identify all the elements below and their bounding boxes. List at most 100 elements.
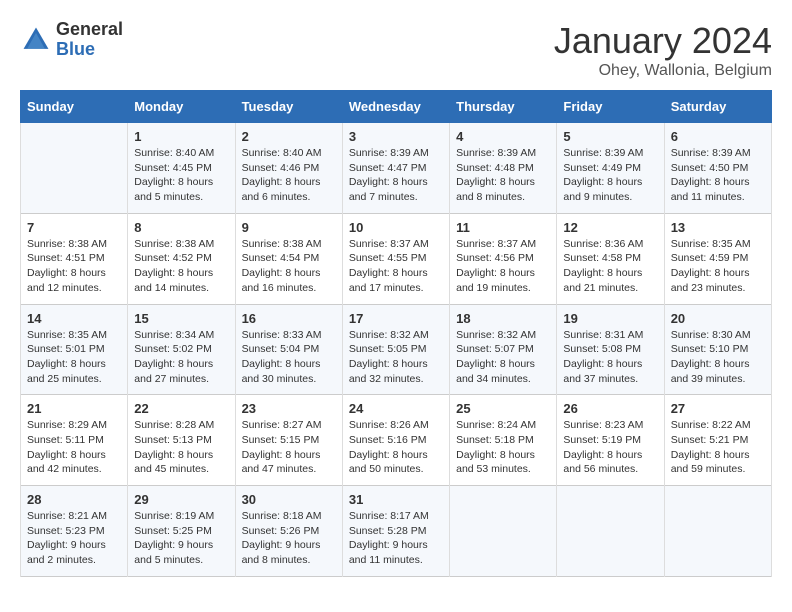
day-info: Sunrise: 8:39 AMSunset: 4:48 PMDaylight:… [456, 146, 550, 205]
day-info: Sunrise: 8:38 AMSunset: 4:54 PMDaylight:… [242, 237, 336, 296]
calendar-cell [557, 486, 664, 577]
month-title: January 2024 [554, 20, 772, 62]
day-info: Sunrise: 8:37 AMSunset: 4:56 PMDaylight:… [456, 237, 550, 296]
day-number: 16 [242, 311, 336, 326]
day-number: 29 [134, 492, 228, 507]
day-info: Sunrise: 8:39 AMSunset: 4:50 PMDaylight:… [671, 146, 765, 205]
calendar-cell: 3 Sunrise: 8:39 AMSunset: 4:47 PMDaylight… [342, 123, 449, 214]
day-info: Sunrise: 8:17 AMSunset: 5:28 PMDaylight:… [349, 509, 443, 568]
calendar-cell: 1Sunrise: 8:40 AMSunset: 4:45 PMDaylight… [128, 123, 235, 214]
day-number: 6 [671, 129, 765, 144]
logo-text: General Blue [56, 20, 123, 60]
calendar-cell: 10 Sunrise: 8:37 AMSunset: 4:55 PMDayligh… [342, 213, 449, 304]
day-info: Sunrise: 8:37 AMSunset: 4:55 PMDaylight:… [349, 237, 443, 296]
day-number: 23 [242, 401, 336, 416]
calendar-header-tuesday: Tuesday [235, 91, 342, 123]
day-number: 24 [349, 401, 443, 416]
day-info: Sunrise: 8:22 AMSunset: 5:21 PMDaylight:… [671, 418, 765, 477]
day-number: 19 [563, 311, 657, 326]
calendar-header-wednesday: Wednesday [342, 91, 449, 123]
logo-icon [20, 24, 52, 56]
day-info: Sunrise: 8:33 AMSunset: 5:04 PMDaylight:… [242, 328, 336, 387]
calendar-cell: 18 Sunrise: 8:32 AMSunset: 5:07 PMDayligh… [450, 304, 557, 395]
day-number: 13 [671, 220, 765, 235]
calendar-week-row: 28 Sunrise: 8:21 AMSunset: 5:23 PMDayligh… [21, 486, 772, 577]
day-number: 10 [349, 220, 443, 235]
calendar-cell: 5 Sunrise: 8:39 AMSunset: 4:49 PMDaylight… [557, 123, 664, 214]
calendar-cell: 8 Sunrise: 8:38 AMSunset: 4:52 PMDaylight… [128, 213, 235, 304]
day-info: Sunrise: 8:39 AMSunset: 4:49 PMDaylight:… [563, 146, 657, 205]
day-info: Sunrise: 8:31 AMSunset: 5:08 PMDaylight:… [563, 328, 657, 387]
day-number: 14 [27, 311, 121, 326]
calendar-header-sunday: Sunday [21, 91, 128, 123]
day-number: 7 [27, 220, 121, 235]
day-info: Sunrise: 8:21 AMSunset: 5:23 PMDaylight:… [27, 509, 121, 568]
calendar-header-row: SundayMondayTuesdayWednesdayThursdayFrid… [21, 91, 772, 123]
day-number: 5 [563, 129, 657, 144]
calendar-cell: 26Sunrise: 8:23 AMSunset: 5:19 PMDayligh… [557, 395, 664, 486]
day-number: 17 [349, 311, 443, 326]
day-info: Sunrise: 8:19 AMSunset: 5:25 PMDaylight:… [134, 509, 228, 568]
calendar-cell: 7 Sunrise: 8:38 AMSunset: 4:51 PMDaylight… [21, 213, 128, 304]
page-header: General Blue January 2024 Ohey, Wallonia… [20, 20, 772, 80]
day-number: 11 [456, 220, 550, 235]
day-number: 3 [349, 129, 443, 144]
calendar-cell: 4 Sunrise: 8:39 AMSunset: 4:48 PMDaylight… [450, 123, 557, 214]
logo: General Blue [20, 20, 123, 60]
day-info: Sunrise: 8:30 AMSunset: 5:10 PMDaylight:… [671, 328, 765, 387]
day-number: 1 [134, 129, 228, 144]
day-info: Sunrise: 8:38 AMSunset: 4:51 PMDaylight:… [27, 237, 121, 296]
day-number: 4 [456, 129, 550, 144]
day-number: 22 [134, 401, 228, 416]
calendar-cell [21, 123, 128, 214]
day-info: Sunrise: 8:26 AMSunset: 5:16 PMDaylight:… [349, 418, 443, 477]
day-number: 28 [27, 492, 121, 507]
location: Ohey, Wallonia, Belgium [554, 62, 772, 80]
calendar-cell: 13 Sunrise: 8:35 AMSunset: 4:59 PMDayligh… [664, 213, 771, 304]
calendar-header-saturday: Saturday [664, 91, 771, 123]
calendar-cell: 29 Sunrise: 8:19 AMSunset: 5:25 PMDayligh… [128, 486, 235, 577]
day-info: Sunrise: 8:32 AMSunset: 5:07 PMDaylight:… [456, 328, 550, 387]
calendar-cell: 6 Sunrise: 8:39 AMSunset: 4:50 PMDaylight… [664, 123, 771, 214]
logo-general: General [56, 19, 123, 39]
calendar-cell: 17Sunrise: 8:32 AMSunset: 5:05 PMDayligh… [342, 304, 449, 395]
calendar-cell: 31 Sunrise: 8:17 AMSunset: 5:28 PMDayligh… [342, 486, 449, 577]
day-number: 31 [349, 492, 443, 507]
calendar-week-row: 14 Sunrise: 8:35 AMSunset: 5:01 PMDayligh… [21, 304, 772, 395]
day-info: Sunrise: 8:24 AMSunset: 5:18 PMDaylight:… [456, 418, 550, 477]
day-number: 21 [27, 401, 121, 416]
day-number: 18 [456, 311, 550, 326]
calendar-cell [664, 486, 771, 577]
calendar-week-row: 1Sunrise: 8:40 AMSunset: 4:45 PMDaylight… [21, 123, 772, 214]
day-number: 2 [242, 129, 336, 144]
calendar-cell: 16 Sunrise: 8:33 AMSunset: 5:04 PMDayligh… [235, 304, 342, 395]
calendar-cell: 19 Sunrise: 8:31 AMSunset: 5:08 PMDayligh… [557, 304, 664, 395]
calendar-cell: 12 Sunrise: 8:36 AMSunset: 4:58 PMDayligh… [557, 213, 664, 304]
day-number: 26 [563, 401, 657, 416]
day-info: Sunrise: 8:34 AMSunset: 5:02 PMDaylight:… [134, 328, 228, 387]
calendar-cell: 2Sunrise: 8:40 AMSunset: 4:46 PMDaylight… [235, 123, 342, 214]
calendar-cell: 23 Sunrise: 8:27 AMSunset: 5:15 PMDayligh… [235, 395, 342, 486]
calendar-header-thursday: Thursday [450, 91, 557, 123]
day-info: Sunrise: 8:35 AMSunset: 4:59 PMDaylight:… [671, 237, 765, 296]
day-info: Sunrise: 8:35 AMSunset: 5:01 PMDaylight:… [27, 328, 121, 387]
day-number: 12 [563, 220, 657, 235]
day-number: 9 [242, 220, 336, 235]
day-info: Sunrise: 8:18 AMSunset: 5:26 PMDaylight:… [242, 509, 336, 568]
day-info: Sunrise: 8:29 AMSunset: 5:11 PMDaylight:… [27, 418, 121, 477]
day-number: 30 [242, 492, 336, 507]
calendar-cell: 25Sunrise: 8:24 AMSunset: 5:18 PMDayligh… [450, 395, 557, 486]
day-number: 8 [134, 220, 228, 235]
day-info: Sunrise: 8:27 AMSunset: 5:15 PMDaylight:… [242, 418, 336, 477]
calendar-cell [450, 486, 557, 577]
day-info: Sunrise: 8:28 AMSunset: 5:13 PMDaylight:… [134, 418, 228, 477]
calendar-header-monday: Monday [128, 91, 235, 123]
day-info: Sunrise: 8:36 AMSunset: 4:58 PMDaylight:… [563, 237, 657, 296]
calendar-table: SundayMondayTuesdayWednesdayThursdayFrid… [20, 90, 772, 577]
calendar-cell: 11 Sunrise: 8:37 AMSunset: 4:56 PMDayligh… [450, 213, 557, 304]
day-info: Sunrise: 8:38 AMSunset: 4:52 PMDaylight:… [134, 237, 228, 296]
calendar-cell: 22 Sunrise: 8:28 AMSunset: 5:13 PMDayligh… [128, 395, 235, 486]
day-info: Sunrise: 8:39 AMSunset: 4:47 PMDaylight:… [349, 146, 443, 205]
calendar-cell: 9 Sunrise: 8:38 AMSunset: 4:54 PMDaylight… [235, 213, 342, 304]
calendar-header-friday: Friday [557, 91, 664, 123]
